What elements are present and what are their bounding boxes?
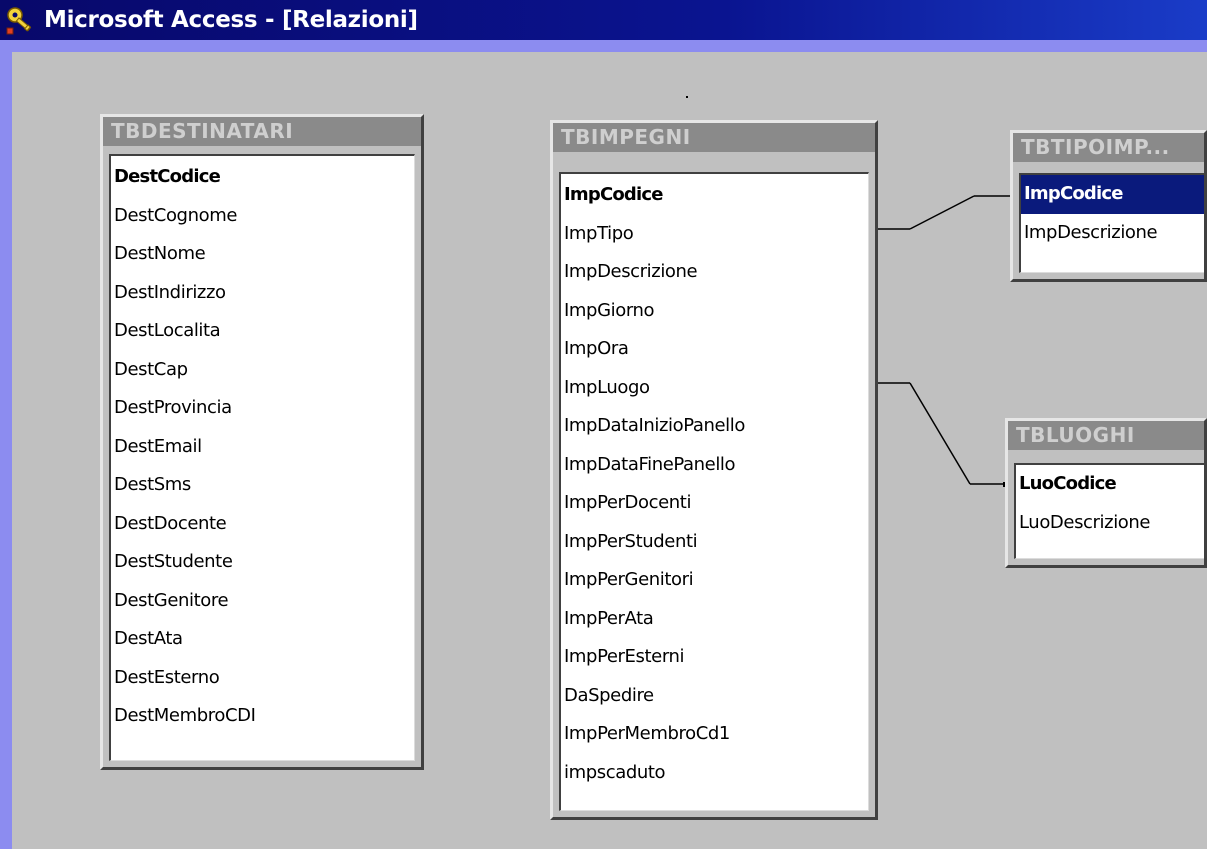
join-line-impegni-tipoimp[interactable]	[872, 194, 1016, 232]
field-item[interactable]: ImpDataFinePanello	[561, 446, 868, 485]
field-item[interactable]: DestCap	[111, 351, 414, 390]
table-title[interactable]: TBIMPEGNI	[553, 123, 875, 152]
field-item[interactable]: DestSms	[111, 466, 414, 505]
field-item[interactable]: ImpDescrizione	[1021, 214, 1204, 253]
field-item[interactable]: ImpPerEsterni	[561, 638, 868, 677]
field-item[interactable]: ImpDataInizioPanello	[561, 407, 868, 446]
field-list[interactable]: LuoCodice LuoDescrizione	[1014, 463, 1204, 559]
field-item[interactable]: ImpPerAta	[561, 600, 868, 639]
table-window-tipoimp[interactable]: TBTIPOIMP... ImpCodice ImpDescrizione	[1010, 130, 1207, 282]
table-title[interactable]: TBDESTINATARI	[103, 117, 421, 146]
field-item[interactable]: LuoDescrizione	[1016, 504, 1204, 543]
field-item[interactable]: DestGenitore	[111, 582, 414, 621]
field-item[interactable]: ImpDescrizione	[561, 253, 868, 292]
field-item[interactable]: ImpPerMembroCd1	[561, 715, 868, 754]
table-window-impegni[interactable]: TBIMPEGNI ImpCodice ImpTipo ImpDescrizio…	[550, 120, 878, 820]
field-list[interactable]: DestCodice DestCognome DestNome DestIndi…	[109, 154, 415, 761]
field-item[interactable]: DestProvincia	[111, 389, 414, 428]
field-item[interactable]: DestStudente	[111, 543, 414, 582]
field-item[interactable]: DestEmail	[111, 428, 414, 467]
field-item[interactable]: ImpPerStudenti	[561, 523, 868, 562]
field-item[interactable]: ImpGiorno	[561, 292, 868, 331]
field-item[interactable]: DestAta	[111, 620, 414, 659]
field-item[interactable]: DaSpedire	[561, 677, 868, 716]
field-item[interactable]: ImpPerGenitori	[561, 561, 868, 600]
field-item[interactable]: DestLocalita	[111, 312, 414, 351]
field-item[interactable]: DestDocente	[111, 505, 414, 544]
field-item[interactable]: DestIndirizzo	[111, 274, 414, 313]
field-item-selected[interactable]: ImpCodice	[1021, 175, 1204, 214]
join-line-impegni-luoghi[interactable]	[872, 381, 1008, 487]
table-title[interactable]: TBTIPOIMP...	[1013, 133, 1204, 162]
field-item[interactable]: impscaduto	[561, 754, 868, 793]
field-item[interactable]: ImpLuogo	[561, 369, 868, 408]
field-item[interactable]: ImpPerDocenti	[561, 484, 868, 523]
field-item[interactable]: ImpTipo	[561, 215, 868, 254]
field-item[interactable]: DestMembroCDI	[111, 697, 414, 736]
field-item[interactable]: DestCodice	[111, 158, 414, 197]
field-item[interactable]: ImpOra	[561, 330, 868, 369]
field-item[interactable]: DestCognome	[111, 197, 414, 236]
field-list[interactable]: ImpCodice ImpDescrizione	[1019, 173, 1204, 273]
field-item[interactable]: DestNome	[111, 235, 414, 274]
field-item[interactable]: LuoCodice	[1016, 465, 1204, 504]
table-window-destinatari[interactable]: TBDESTINATARI DestCodice DestCognome Des…	[100, 114, 424, 770]
field-item[interactable]: ImpCodice	[561, 176, 868, 215]
field-item[interactable]: DestEsterno	[111, 659, 414, 698]
table-window-luoghi[interactable]: TBLUOGHI LuoCodice LuoDescrizione	[1005, 418, 1207, 568]
field-list[interactable]: ImpCodice ImpTipo ImpDescrizione ImpGior…	[559, 172, 869, 811]
table-title[interactable]: TBLUOGHI	[1008, 421, 1204, 450]
